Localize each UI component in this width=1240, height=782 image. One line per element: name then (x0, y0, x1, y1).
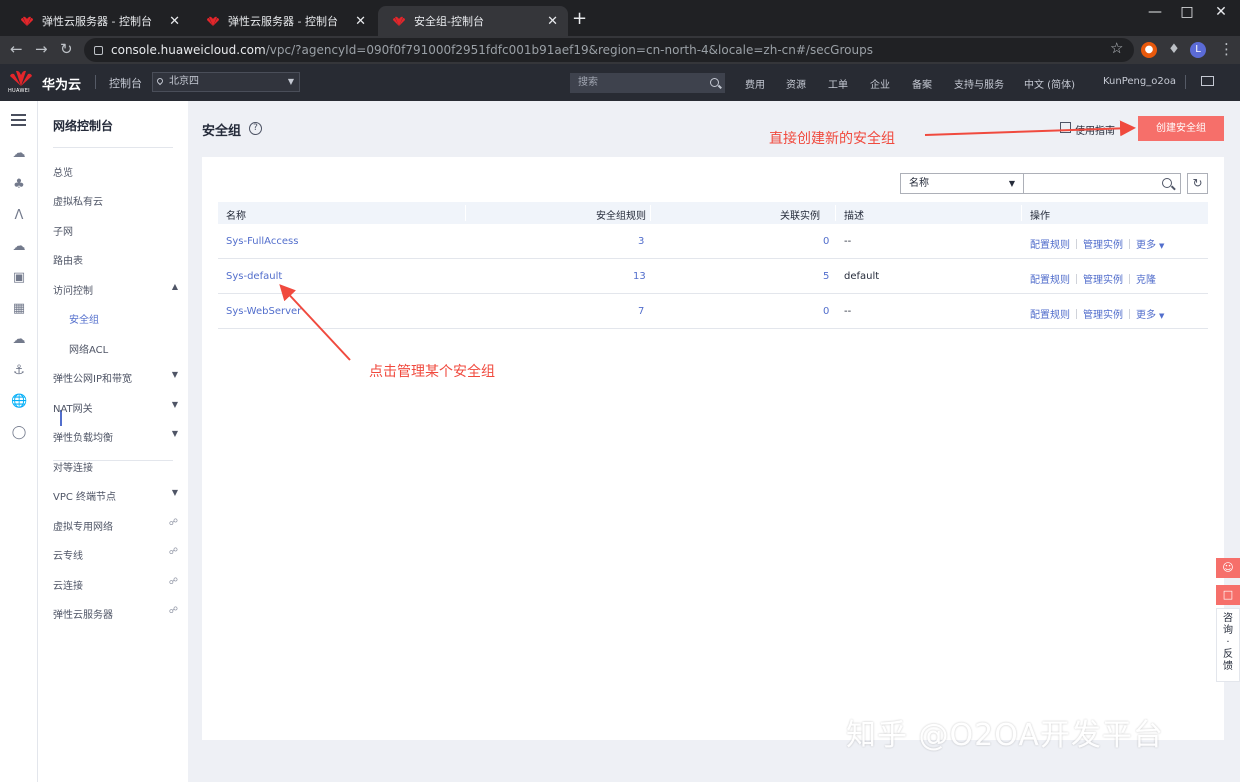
feedback-char: 咨 (1223, 613, 1233, 624)
feedback-char: 询 (1223, 625, 1233, 636)
annotation-create-tip: 直接创建新的安全组 (769, 131, 895, 147)
annotation-arrows (279, 120, 1136, 361)
smile-icon[interactable]: ☺ (1216, 558, 1240, 578)
feedback-button[interactable]: 咨 询 · 反 馈 (1216, 608, 1240, 682)
feedback-char: 反 (1223, 649, 1233, 660)
feedback-char: 馈 (1223, 661, 1233, 672)
watermark: 知乎 @O2OA开发平台 (846, 718, 1164, 753)
annotation-arrow-create (924, 120, 1136, 137)
annotation-arrow-manage (279, 284, 351, 361)
annotation-manage-tip: 点击管理某个安全组 (369, 364, 495, 380)
chat-icon[interactable]: □ (1216, 585, 1240, 605)
feedback-char: · (1226, 637, 1230, 648)
